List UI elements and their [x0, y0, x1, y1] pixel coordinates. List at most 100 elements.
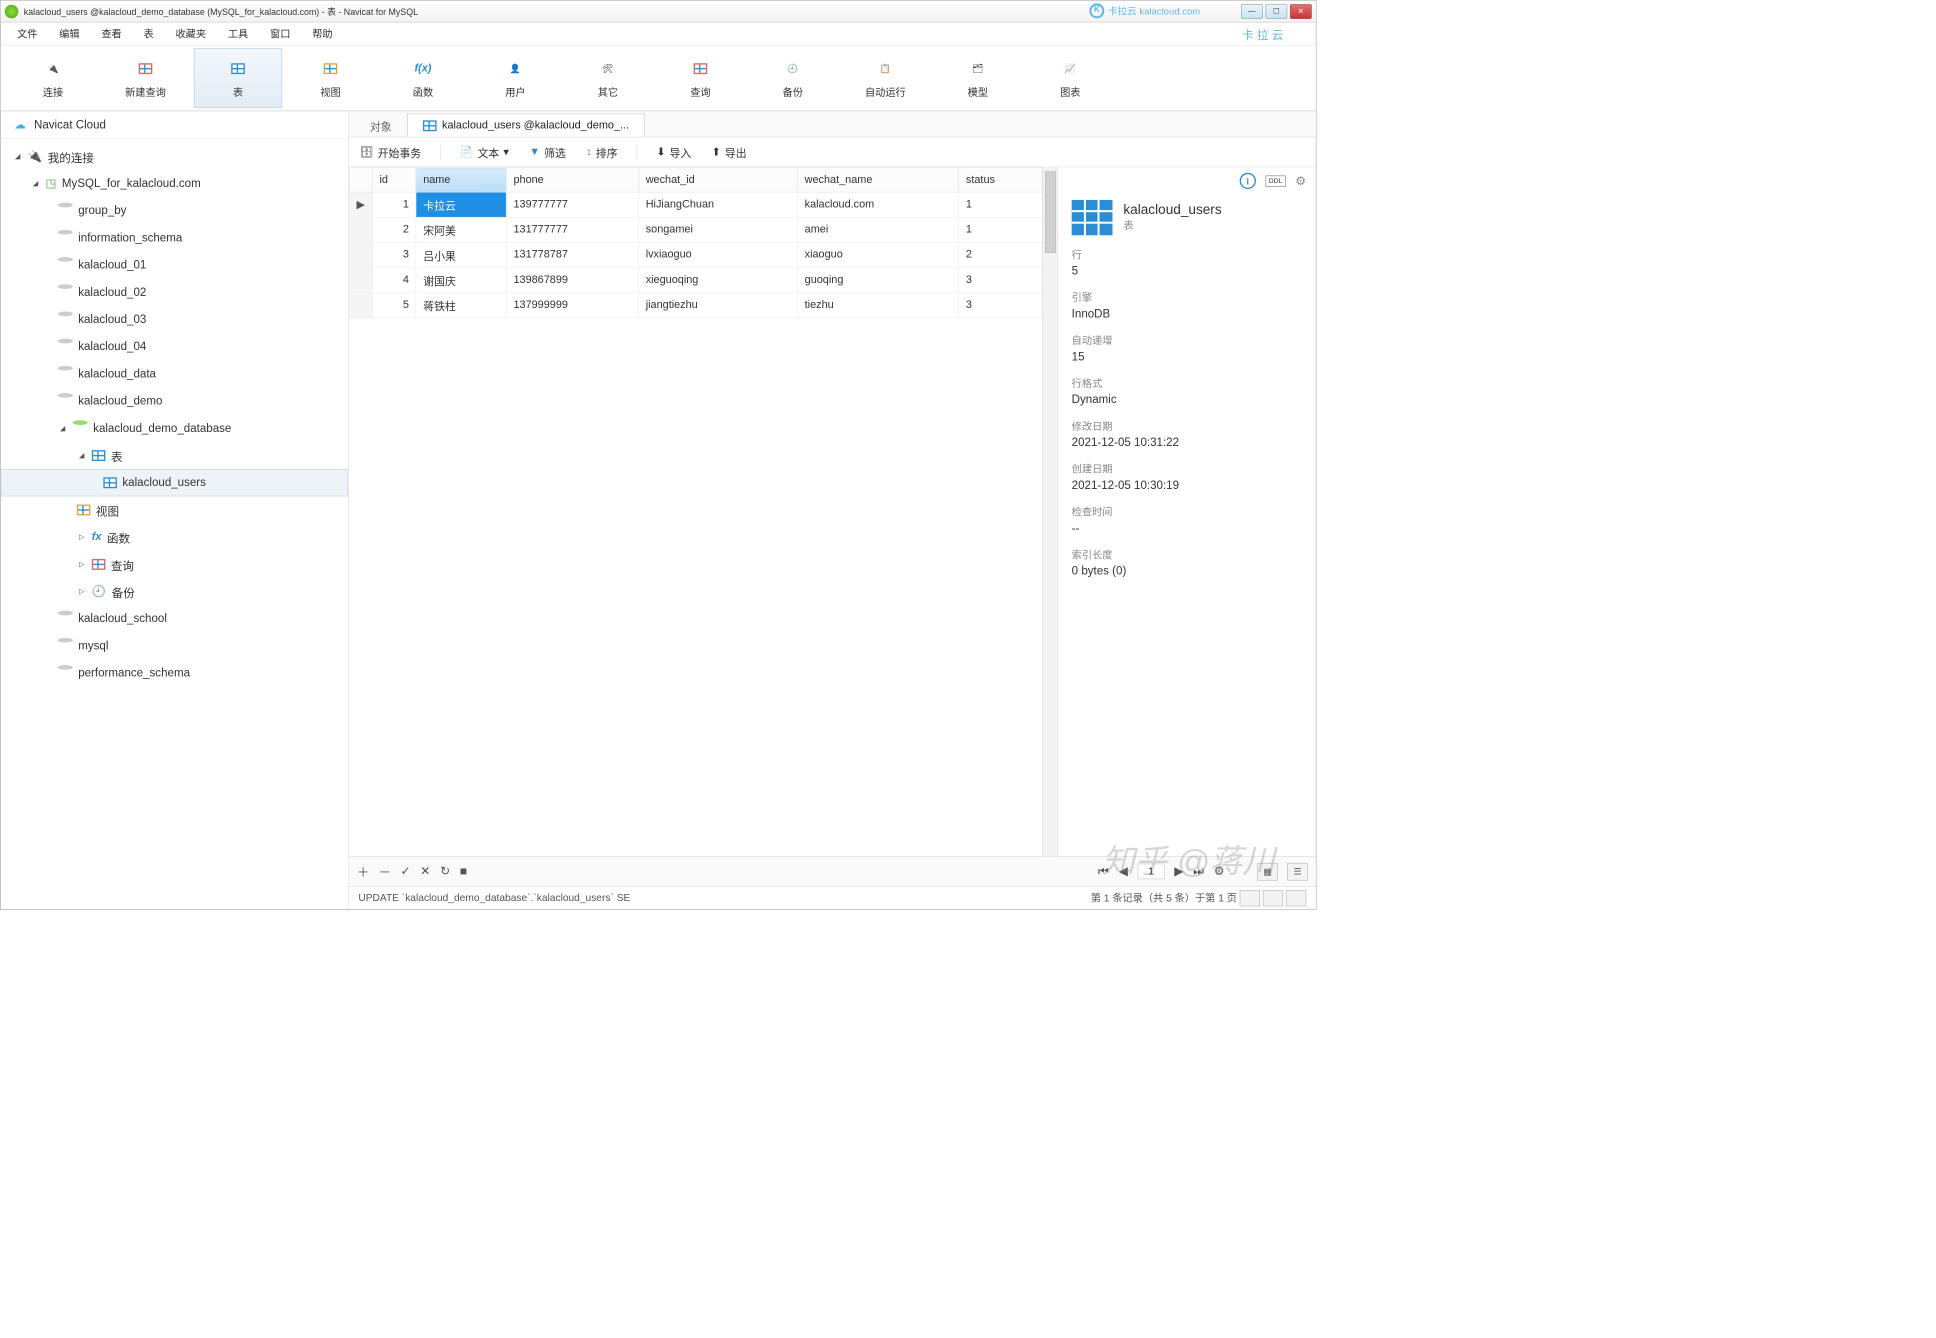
form-mode-button[interactable]: ☰	[1287, 863, 1307, 881]
toolbar-other[interactable]: 🛠其它	[564, 48, 652, 108]
toolbar-user[interactable]: 👤用户	[471, 48, 559, 108]
connections-icon: 🔌	[28, 150, 42, 164]
fx-icon: fx	[92, 531, 102, 543]
close-button[interactable]: ✕	[1290, 4, 1312, 19]
tree-db[interactable]: kalacloud_01	[1, 252, 348, 279]
col-id[interactable]: id	[372, 168, 416, 192]
tab-objects[interactable]: 对象	[354, 114, 407, 137]
tree-db[interactable]: group_by	[1, 197, 348, 224]
page-settings-button[interactable]: ⚙	[1214, 864, 1225, 878]
minimize-button[interactable]: —	[1241, 4, 1263, 19]
tree-db[interactable]: mysql	[1, 632, 348, 659]
toolbar-backup[interactable]: 🕘备份	[749, 48, 837, 108]
tree-root[interactable]: ◢🔌我的连接	[1, 143, 348, 170]
col-name[interactable]: name	[416, 168, 506, 192]
menu-tools[interactable]: 工具	[218, 24, 257, 44]
toolbar-query[interactable]: 查询	[656, 48, 744, 108]
menu-window[interactable]: 窗口	[261, 24, 300, 44]
navicat-cloud[interactable]: ☁Navicat Cloud	[1, 112, 348, 139]
col-wechat-name[interactable]: wechat_name	[798, 168, 959, 192]
data-grid[interactable]: id name phone wechat_id wechat_name stat…	[349, 167, 1043, 856]
table-row[interactable]: 2宋阿美131777777songameiamei1	[349, 217, 1042, 242]
toolbar-new-query[interactable]: 新建查询	[101, 48, 189, 108]
commit-button[interactable]: ✓	[401, 864, 411, 878]
status-btn-3[interactable]	[1286, 890, 1306, 906]
ddl-icon[interactable]: DDL	[1265, 175, 1285, 187]
menu-edit[interactable]: 编辑	[50, 24, 89, 44]
tree-backups[interactable]: ▷🕘备份	[1, 578, 348, 605]
toolbar-model[interactable]: 🗂模型	[934, 48, 1022, 108]
page-input[interactable]	[1138, 864, 1165, 880]
col-phone[interactable]: phone	[506, 168, 638, 192]
export-button[interactable]: ⬆导出	[708, 141, 751, 163]
status-btn-1[interactable]	[1240, 890, 1260, 906]
tab-active-table[interactable]: kalacloud_users @kalacloud_demo_...	[407, 114, 644, 137]
tree-views[interactable]: 视图	[1, 496, 348, 523]
toolbar-function[interactable]: f(x)函数	[379, 48, 467, 108]
filter-button[interactable]: ▼筛选	[525, 141, 570, 163]
info-icon[interactable]: i	[1240, 173, 1256, 189]
table-row[interactable]: 4谢国庆139867899xieguoqingguoqing3	[349, 268, 1042, 293]
begin-transaction-button[interactable]: 🗄开始事务	[356, 141, 426, 163]
cancel-button[interactable]: ✕	[420, 864, 430, 878]
table-row[interactable]: ▶1卡拉云139777777HiJiangChuankalacloud.com1	[349, 192, 1042, 217]
refresh-button[interactable]: ↻	[440, 864, 450, 878]
vertical-scrollbar[interactable]	[1042, 167, 1057, 856]
tree-db[interactable]: kalacloud_demo	[1, 388, 348, 415]
grid-mode-button[interactable]: ▦	[1257, 863, 1277, 881]
titlebar: kalacloud_users @kalacloud_demo_database…	[1, 1, 1316, 23]
col-status[interactable]: status	[959, 168, 1042, 192]
table-icon	[224, 56, 253, 80]
tree-db-active[interactable]: ◢kalacloud_demo_database	[1, 415, 348, 442]
tree-connection[interactable]: ◢◳MySQL_for_kalacloud.com	[1, 170, 348, 197]
cloud-icon: ☁	[14, 118, 26, 132]
next-page-button[interactable]: ▶	[1174, 864, 1183, 878]
menu-view[interactable]: 查看	[92, 24, 131, 44]
toolbar-connection[interactable]: 🔌连接	[9, 48, 97, 108]
tree-db[interactable]: kalacloud_02	[1, 279, 348, 306]
menu-help[interactable]: 帮助	[303, 24, 342, 44]
menu-file[interactable]: 文件	[7, 24, 46, 44]
clock-icon: 🕘	[779, 56, 808, 80]
tree-db[interactable]: kalacloud_03	[1, 306, 348, 333]
toolbar-table[interactable]: 表	[194, 48, 282, 108]
info-title: kalacloud_users	[1123, 203, 1221, 219]
toolbar-automation[interactable]: 📋自动运行	[841, 48, 929, 108]
tree-db[interactable]: information_schema	[1, 224, 348, 251]
prev-page-button[interactable]: ◀	[1119, 864, 1128, 878]
tree-queries[interactable]: ▷查询	[1, 551, 348, 578]
delete-row-button[interactable]: －	[379, 863, 391, 881]
tree-functions[interactable]: ▷fx函数	[1, 524, 348, 551]
first-page-button[interactable]: ⏮	[1098, 864, 1109, 878]
menu-favorites[interactable]: 收藏夹	[166, 24, 216, 44]
stop-button[interactable]: ■	[460, 864, 467, 878]
views-icon	[77, 505, 91, 516]
app-icon	[5, 4, 19, 18]
tx-icon: 🗄	[360, 145, 374, 159]
record-info: 第 1 条记录（共 5 条）于第 1 页	[1091, 891, 1237, 905]
add-row-button[interactable]: ＋	[357, 863, 369, 881]
table-row[interactable]: 3吕小果131778787lvxiaoguoxiaoguo2	[349, 242, 1042, 267]
menu-table[interactable]: 表	[134, 24, 163, 44]
tree-db[interactable]: performance_schema	[1, 660, 348, 687]
sort-button[interactable]: ↕排序	[582, 141, 621, 163]
status-btn-2[interactable]	[1263, 890, 1283, 906]
tree-table-selected[interactable]: kalacloud_users	[1, 469, 348, 496]
fx-icon: f(x)	[409, 56, 438, 80]
main-toolbar: 🔌连接 新建查询 表 视图 f(x)函数 👤用户 🛠其它 查询 🕘备份 📋自动运…	[1, 46, 1316, 111]
toolbar-chart[interactable]: 📈图表	[1026, 48, 1114, 108]
text-mode-button[interactable]: 📄文本▾	[456, 141, 513, 163]
tree-db[interactable]: kalacloud_04	[1, 333, 348, 360]
last-page-button[interactable]: ⏭	[1193, 864, 1204, 878]
gear-icon[interactable]: ⚙	[1295, 174, 1306, 188]
tree-db[interactable]: kalacloud_school	[1, 605, 348, 632]
table-row[interactable]: 5蒋铁柱137999999jiangtiezhutiezhu3	[349, 293, 1042, 318]
maximize-button[interactable]: ☐	[1265, 4, 1287, 19]
col-wechat-id[interactable]: wechat_id	[639, 168, 798, 192]
schedule-icon: 📋	[871, 56, 900, 80]
tree-db[interactable]: kalacloud_data	[1, 360, 348, 387]
toolbar-view[interactable]: 视图	[286, 48, 374, 108]
import-button[interactable]: ⬇导入	[652, 141, 695, 163]
brand-corner: 卡 拉 云	[1242, 24, 1308, 43]
tree-tables-folder[interactable]: ◢表	[1, 442, 348, 469]
